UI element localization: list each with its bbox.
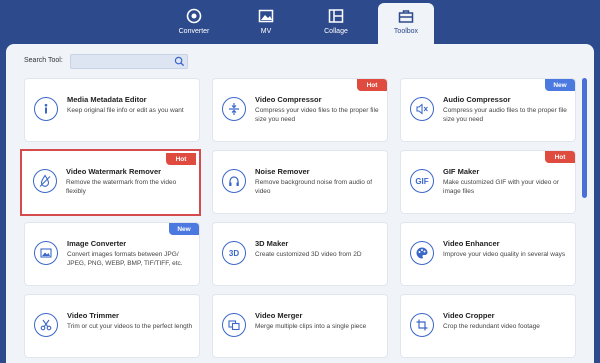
- new-badge: New: [545, 79, 575, 91]
- tool-title: Video Trimmer: [67, 311, 119, 320]
- tool-desc: Trim or cut your videos to the perfect l…: [67, 323, 193, 330]
- search-label: Search Tool:: [24, 57, 63, 64]
- tool-card-gif-maker[interactable]: GIF GIF Maker Make customized GIF with y…: [400, 150, 576, 214]
- info-icon: [34, 97, 58, 121]
- noise-icon: [222, 169, 246, 193]
- tool-title: Video Compressor: [255, 95, 322, 104]
- new-badge: New: [169, 223, 199, 235]
- toolbox-panel: Search Tool: Media Metadata Editor Keep …: [6, 44, 594, 363]
- tab-toolbox[interactable]: Toolbox: [378, 3, 434, 44]
- search-input[interactable]: [71, 60, 174, 73]
- tool-desc: Compress your video files to the proper …: [255, 107, 379, 123]
- tool-card-video-watermark-remover[interactable]: Video Watermark Remover Remove the water…: [20, 149, 201, 216]
- tool-title: Video Watermark Remover: [66, 167, 162, 176]
- tool-card-3d-maker[interactable]: 3D 3D Maker Create customized 3D video f…: [212, 222, 388, 286]
- search-box: [70, 54, 188, 73]
- palette-icon: [410, 241, 434, 265]
- 3d-icon: 3D: [222, 241, 246, 265]
- tool-desc: Crop the redundant video footage: [443, 323, 540, 330]
- tool-desc: Remove background noise from audio of vi…: [255, 179, 373, 195]
- tool-desc: Make customized GIF with your video or i…: [443, 179, 559, 195]
- tool-title: Media Metadata Editor: [67, 95, 147, 104]
- tool-card-video-merger[interactable]: Video Merger Merge multiple clips into a…: [212, 294, 388, 358]
- tab-label: Toolbox: [393, 28, 419, 35]
- toolbox-icon: [398, 10, 414, 23]
- mv-icon: [258, 9, 274, 23]
- tool-desc: Remove the watermark from the video flex…: [66, 179, 177, 195]
- tab-collage[interactable]: Collage: [307, 4, 365, 42]
- tab-label: Collage: [324, 28, 348, 35]
- tool-desc: Compress your audio files to the proper …: [443, 107, 567, 123]
- watermark-icon: [33, 169, 57, 193]
- tool-title: Video Enhancer: [443, 239, 500, 248]
- tab-converter[interactable]: Converter: [165, 4, 223, 42]
- image-convert-icon: [34, 241, 58, 265]
- audio-compress-icon: [410, 97, 434, 121]
- merge-icon: [222, 313, 246, 337]
- tool-card-audio-compressor[interactable]: Audio Compressor Compress your audio fil…: [400, 78, 576, 142]
- tool-card-video-enhancer[interactable]: Video Enhancer Improve your video qualit…: [400, 222, 576, 286]
- scissors-icon: [34, 313, 58, 337]
- tab-mv[interactable]: MV: [238, 4, 294, 42]
- hot-badge: Hot: [166, 153, 196, 165]
- hot-badge: Hot: [357, 79, 387, 91]
- tool-title: Video Cropper: [443, 311, 495, 320]
- tool-card-media-metadata-editor[interactable]: Media Metadata Editor Keep original file…: [24, 78, 200, 142]
- tool-desc: Create customized 3D video from 2D: [255, 251, 362, 258]
- scrollbar[interactable]: [582, 78, 587, 198]
- tab-label: MV: [260, 28, 272, 35]
- collage-icon: [328, 9, 344, 23]
- crop-icon: [410, 313, 434, 337]
- tool-desc: Convert images formats between JPG/ JPEG…: [67, 251, 183, 267]
- tool-desc: Merge multiple clips into a single piece: [255, 323, 367, 330]
- tool-title: Audio Compressor: [443, 95, 511, 104]
- search-icon[interactable]: [174, 56, 185, 67]
- tool-card-video-cropper[interactable]: Video Cropper Crop the redundant video f…: [400, 294, 576, 358]
- compress-icon: [222, 97, 246, 121]
- tool-title: 3D Maker: [255, 239, 289, 248]
- top-navigation: Converter MV Collage Toolbox: [0, 0, 600, 44]
- tab-label: Converter: [178, 28, 210, 35]
- tool-title: GIF Maker: [443, 167, 480, 176]
- tool-card-video-trimmer[interactable]: Video Trimmer Trim or cut your videos to…: [24, 294, 200, 358]
- tool-desc: Improve your video quality in several wa…: [443, 251, 566, 258]
- converter-icon: [186, 8, 202, 24]
- tool-title: Image Converter: [67, 239, 127, 248]
- tool-title: Video Merger: [255, 311, 303, 320]
- tool-desc: Keep original file info or edit as you w…: [67, 107, 184, 114]
- tool-title: Noise Remover: [255, 167, 310, 176]
- gif-icon: GIF: [410, 169, 434, 193]
- hot-badge: Hot: [545, 151, 575, 163]
- tool-card-noise-remover[interactable]: Noise Remover Remove background noise fr…: [212, 150, 388, 214]
- tool-card-image-converter[interactable]: Image Converter Convert images formats b…: [24, 222, 200, 286]
- tool-card-video-compressor[interactable]: Video Compressor Compress your video fil…: [212, 78, 388, 142]
